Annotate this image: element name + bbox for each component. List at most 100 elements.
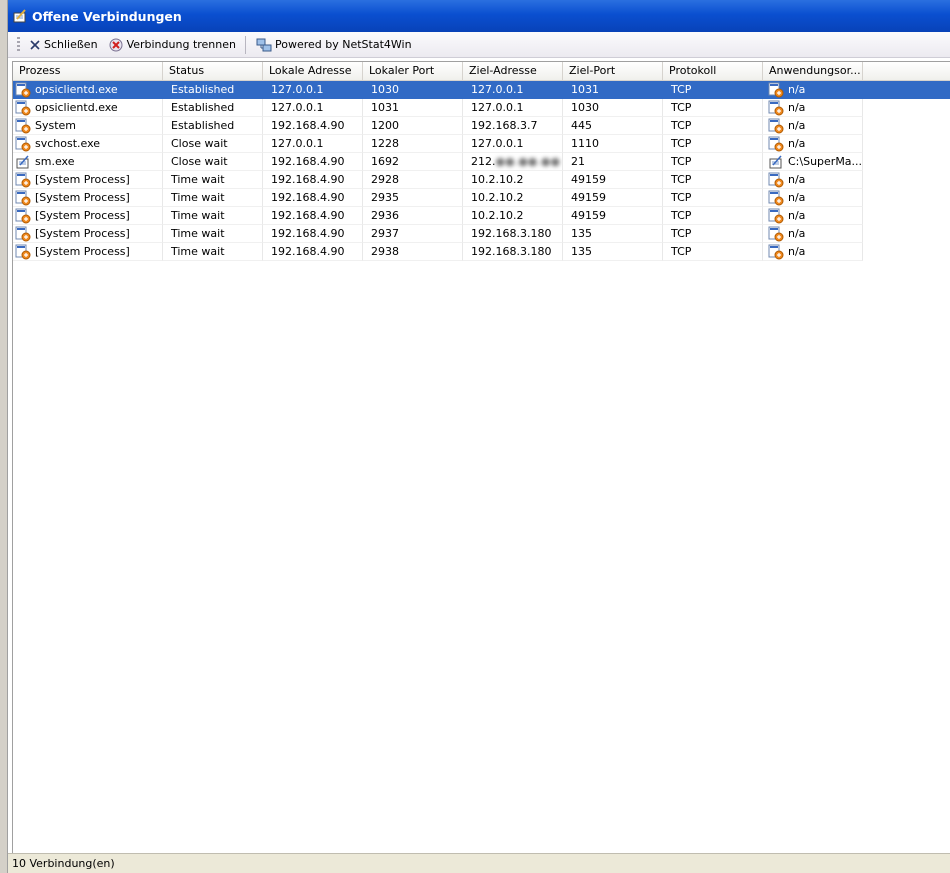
cell-remote-port: 445 — [563, 117, 663, 135]
table-row[interactable]: [System Process] Time wait 192.168.4.90 293… — [13, 189, 950, 207]
cell-remote-port: 1110 — [563, 135, 663, 153]
remote-address-text: 192.168.3.180 — [471, 227, 552, 240]
application-path: n/a — [788, 226, 806, 240]
disconnect-icon — [109, 38, 123, 51]
title-bar[interactable]: Offene Verbindungen — [8, 0, 950, 32]
table-body: opsiclientd.exe Established 127.0.0.1 1030 1… — [13, 81, 950, 261]
process-icon — [15, 172, 31, 187]
table-row[interactable]: svchost.exe Close wait 127.0.0.1 1228 127.0.… — [13, 135, 950, 153]
column-header-process[interactable]: Prozess — [13, 62, 163, 80]
column-header-local-address[interactable]: Lokale Adresse — [263, 62, 363, 80]
close-button[interactable]: Schließen — [26, 35, 101, 55]
table-row[interactable]: [System Process] Time wait 192.168.4.90 292… — [13, 171, 950, 189]
remote-address-text: 127.0.0.1 — [471, 101, 524, 114]
column-header-status[interactable]: Status — [163, 62, 263, 80]
status-text: 10 Verbindung(en) — [12, 857, 115, 870]
remote-address-text: 127.0.0.1 — [471, 83, 524, 96]
application-path: n/a — [788, 208, 806, 222]
cell-protocol: TCP — [663, 171, 763, 189]
application-path: n/a — [788, 100, 806, 114]
cell-remote-port: 21 — [563, 153, 663, 171]
cell-local-address: 192.168.4.90 — [263, 207, 363, 225]
cell-local-port: 2936 — [363, 207, 463, 225]
cell-process: [System Process] — [13, 207, 163, 225]
cell-local-port: 1228 — [363, 135, 463, 153]
cell-local-address: 192.168.4.90 — [263, 243, 363, 261]
cell-protocol: TCP — [663, 207, 763, 225]
cell-remote-address: 127.0.0.1 — [463, 99, 563, 117]
column-header-filler — [863, 62, 950, 80]
cell-remote-address: 10.2.10.2 — [463, 189, 563, 207]
cell-local-port: 2938 — [363, 243, 463, 261]
disconnect-button-label: Verbindung trennen — [126, 38, 236, 51]
process-icon — [768, 100, 784, 115]
cell-application: n/a — [763, 99, 863, 117]
table-row[interactable]: [System Process] Time wait 192.168.4.90 293… — [13, 225, 950, 243]
table-row[interactable]: [System Process] Time wait 192.168.4.90 293… — [13, 243, 950, 261]
cell-remote-port: 135 — [563, 243, 663, 261]
application-path: n/a — [788, 82, 806, 96]
table-row[interactable]: sm.exe Close wait 192.168.4.90 1692 212.●●.●… — [13, 153, 950, 171]
cell-application: n/a — [763, 243, 863, 261]
cell-remote-address: 127.0.0.1 — [463, 81, 563, 99]
cell-protocol: TCP — [663, 189, 763, 207]
process-icon — [768, 118, 784, 133]
cell-local-address: 127.0.0.1 — [263, 99, 363, 117]
process-icon — [15, 244, 31, 259]
table-row[interactable]: opsiclientd.exe Established 127.0.0.1 1031 1… — [13, 99, 950, 117]
cell-application: n/a — [763, 171, 863, 189]
cell-remote-port: 49159 — [563, 189, 663, 207]
cell-process: [System Process] — [13, 189, 163, 207]
cell-local-port: 2928 — [363, 171, 463, 189]
process-name: sm.exe — [35, 154, 75, 168]
process-icon — [15, 118, 31, 133]
column-header-application[interactable]: Anwendungsor... — [763, 62, 863, 80]
cell-application: n/a — [763, 207, 863, 225]
table-row[interactable]: [System Process] Time wait 192.168.4.90 293… — [13, 207, 950, 225]
cell-status: Time wait — [163, 189, 263, 207]
cell-remote-address: 10.2.10.2 — [463, 171, 563, 189]
table-header: Prozess Status Lokale Adresse Lokaler Po… — [13, 62, 950, 81]
connections-table[interactable]: Prozess Status Lokale Adresse Lokaler Po… — [12, 61, 950, 853]
application-path: n/a — [788, 136, 806, 150]
remote-address-text: 10.2.10.2 — [471, 173, 524, 186]
table-row[interactable]: System Established 192.168.4.90 1200 192.168… — [13, 117, 950, 135]
remote-address-text: 10.2.10.2 — [471, 209, 524, 222]
toolbar-grip[interactable] — [17, 36, 20, 53]
cell-remote-port: 1030 — [563, 99, 663, 117]
process-name: [System Process] — [35, 208, 130, 222]
cell-remote-address: 10.2.10.2 — [463, 207, 563, 225]
remote-address-text: 127.0.0.1 — [471, 137, 524, 150]
notepad-icon — [13, 9, 26, 23]
cell-remote-address: 192.168.3.7 — [463, 117, 563, 135]
cell-protocol: TCP — [663, 99, 763, 117]
process-icon — [15, 208, 31, 223]
process-icon — [15, 226, 31, 241]
process-icon — [768, 136, 784, 151]
network-icon — [256, 38, 272, 51]
cell-process: [System Process] — [13, 225, 163, 243]
cell-local-address: 192.168.4.90 — [263, 153, 363, 171]
process-name: opsiclientd.exe — [35, 100, 118, 114]
column-header-remote-port[interactable]: Ziel-Port — [563, 62, 663, 80]
cell-protocol: TCP — [663, 153, 763, 171]
cell-protocol: TCP — [663, 243, 763, 261]
application-path: n/a — [788, 244, 806, 258]
application-path: n/a — [788, 190, 806, 204]
cell-local-port: 1200 — [363, 117, 463, 135]
cell-status: Time wait — [163, 225, 263, 243]
process-name: [System Process] — [35, 226, 130, 240]
column-header-local-port[interactable]: Lokaler Port — [363, 62, 463, 80]
disconnect-button[interactable]: Verbindung trennen — [105, 35, 239, 55]
process-name: [System Process] — [35, 244, 130, 258]
cell-local-address: 127.0.0.1 — [271, 83, 324, 96]
status-bar: 10 Verbindung(en) — [8, 853, 950, 873]
window-title: Offene Verbindungen — [32, 8, 182, 24]
cell-local-port: 1031 — [363, 99, 463, 117]
column-header-remote-address[interactable]: Ziel-Adresse — [463, 62, 563, 80]
close-icon — [30, 39, 40, 50]
powered-by-button[interactable]: Powered by NetStat4Win — [253, 35, 415, 55]
cell-protocol: TCP — [663, 135, 763, 153]
column-header-protocol[interactable]: Protokoll — [663, 62, 763, 80]
table-row[interactable]: opsiclientd.exe Established 127.0.0.1 1030 1… — [13, 81, 950, 99]
